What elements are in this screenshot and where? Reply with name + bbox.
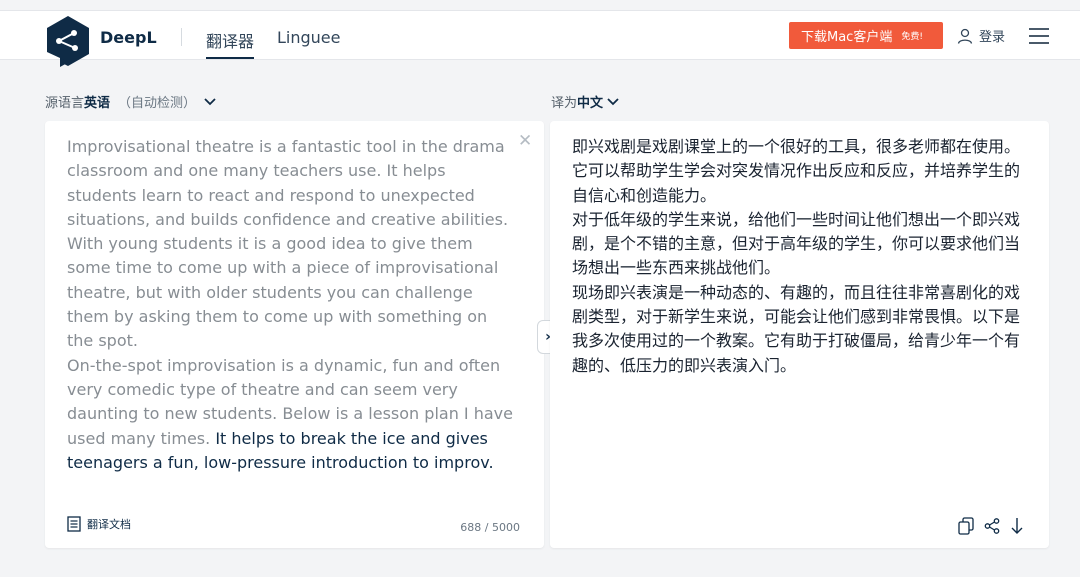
translation-actions [958, 517, 1024, 535]
source-language: 英语 [84, 96, 111, 111]
target-paragraph: 对于低年级的学生来说，给他们一些时间让他们想出一个即兴戏剧，是个不错的主意，但对… [572, 209, 1021, 278]
character-count: 688 / 5000 [460, 521, 520, 534]
target-panel: 即兴戏剧是戏剧课堂上的一个很好的工具，很多老师都在使用。它可以帮助学生学会对突发… [550, 121, 1049, 548]
download-icon[interactable] [1010, 517, 1024, 535]
translate-document-label: 翻译文档 [87, 518, 131, 531]
chevron-down-icon [204, 97, 216, 105]
source-paragraph: Improvisational theatre is a fantastic t… [67, 137, 509, 229]
hamburger-menu-icon[interactable] [1029, 28, 1049, 44]
deepl-logo[interactable] [45, 14, 91, 68]
target-language: 中文 [577, 96, 604, 111]
brand-name: DeepL [100, 28, 157, 47]
top-header: DeepL 翻译器 Linguee 下载Mac客户端 免费! 登录 [0, 10, 1080, 67]
top-strip [0, 0, 1080, 10]
download-label: 下载Mac客户端 [801, 30, 893, 45]
auto-detect-label: （自动检测） [118, 96, 197, 111]
share-icon[interactable] [984, 518, 1000, 534]
target-paragraph: 现场即兴表演是一种动态的、有趣的，而且往往非常喜剧化的戏剧类型，对于新学生来说，… [572, 282, 1021, 375]
clear-text-icon[interactable]: ✕ [518, 131, 532, 151]
login-label: 登录 [979, 30, 1006, 45]
source-label-prefix: 源语言 [45, 96, 85, 111]
target-label-prefix: 译为 [551, 96, 578, 111]
target-language-selector[interactable]: 译为 中文 [551, 92, 619, 111]
chevron-down-icon [607, 97, 619, 105]
header-divider [181, 28, 182, 46]
source-paragraph: With young students it is a good idea to… [67, 234, 499, 351]
translate-document-button[interactable]: 翻译文档 [67, 516, 131, 532]
source-panel[interactable]: Improvisational theatre is a fantastic t… [45, 121, 544, 548]
user-icon [957, 28, 973, 44]
source-textarea[interactable]: Improvisational theatre is a fantastic t… [67, 135, 517, 475]
source-paragraph: On-the-spot improvisation is a dynamic, … [67, 354, 517, 475]
free-badge: 免费! [901, 32, 923, 42]
login-button[interactable]: 登录 [957, 26, 1005, 45]
source-language-selector[interactable]: 源语言 英语 （自动检测） [45, 92, 216, 111]
copy-icon[interactable] [958, 517, 974, 535]
translation-output[interactable]: 即兴戏剧是戏剧课堂上的一个很好的工具，很多老师都在使用。它可以帮助学生学会对突发… [572, 135, 1022, 378]
download-mac-button[interactable]: 下载Mac客户端 免费! [789, 22, 943, 49]
target-paragraph: 即兴戏剧是戏剧课堂上的一个很好的工具，很多老师都在使用。它可以帮助学生学会对突发… [572, 137, 1021, 205]
active-tab-indicator [206, 57, 254, 59]
tab-linguee[interactable]: Linguee [277, 28, 340, 47]
document-icon [67, 516, 81, 532]
tab-translator[interactable]: 翻译器 [206, 28, 254, 52]
